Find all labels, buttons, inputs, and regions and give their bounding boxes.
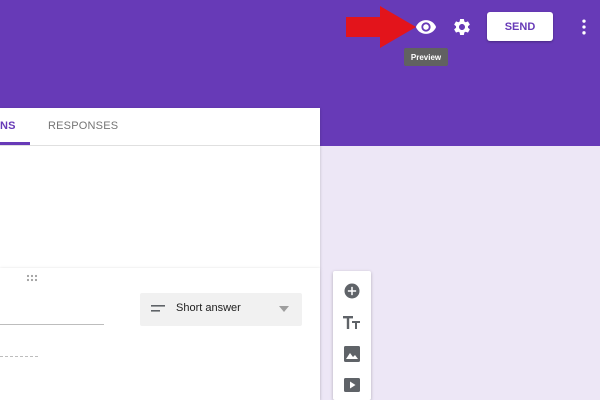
image-icon: [344, 346, 360, 362]
tabs-card: NS RESPONSES: [0, 108, 320, 268]
answer-placeholder-line: [0, 356, 38, 357]
active-tab-indicator: [0, 142, 30, 145]
preview-tooltip: Preview: [404, 48, 448, 66]
more-vert-icon: [582, 19, 586, 35]
gear-icon: [454, 19, 470, 35]
more-options-button[interactable]: [570, 13, 598, 41]
question-card[interactable]: Short answer: [0, 268, 320, 400]
add-image-button[interactable]: [342, 344, 362, 364]
add-title-button[interactable]: [342, 313, 362, 333]
title-text-icon: [343, 316, 360, 329]
preview-button[interactable]: [412, 13, 440, 41]
drag-handle-icon[interactable]: [26, 274, 38, 282]
add-video-button[interactable]: [342, 375, 362, 395]
red-annotation-arrow-icon: [346, 6, 416, 48]
settings-button[interactable]: [448, 13, 476, 41]
video-icon: [344, 378, 360, 392]
tab-responses[interactable]: RESPONSES: [48, 120, 118, 132]
question-title-input[interactable]: [0, 324, 104, 325]
tab-bar: NS RESPONSES: [0, 108, 320, 146]
preview-eye-icon: [415, 20, 437, 34]
tab-questions[interactable]: NS: [0, 120, 16, 132]
dropdown-arrow-icon: [279, 306, 289, 312]
question-toolbar: [333, 271, 371, 400]
add-question-button[interactable]: [342, 281, 362, 301]
question-type-dropdown[interactable]: Short answer: [140, 293, 302, 326]
short-answer-icon: [151, 305, 165, 312]
add-question-icon: [344, 283, 360, 299]
send-button[interactable]: SEND: [487, 12, 553, 41]
question-type-label: Short answer: [176, 302, 241, 314]
